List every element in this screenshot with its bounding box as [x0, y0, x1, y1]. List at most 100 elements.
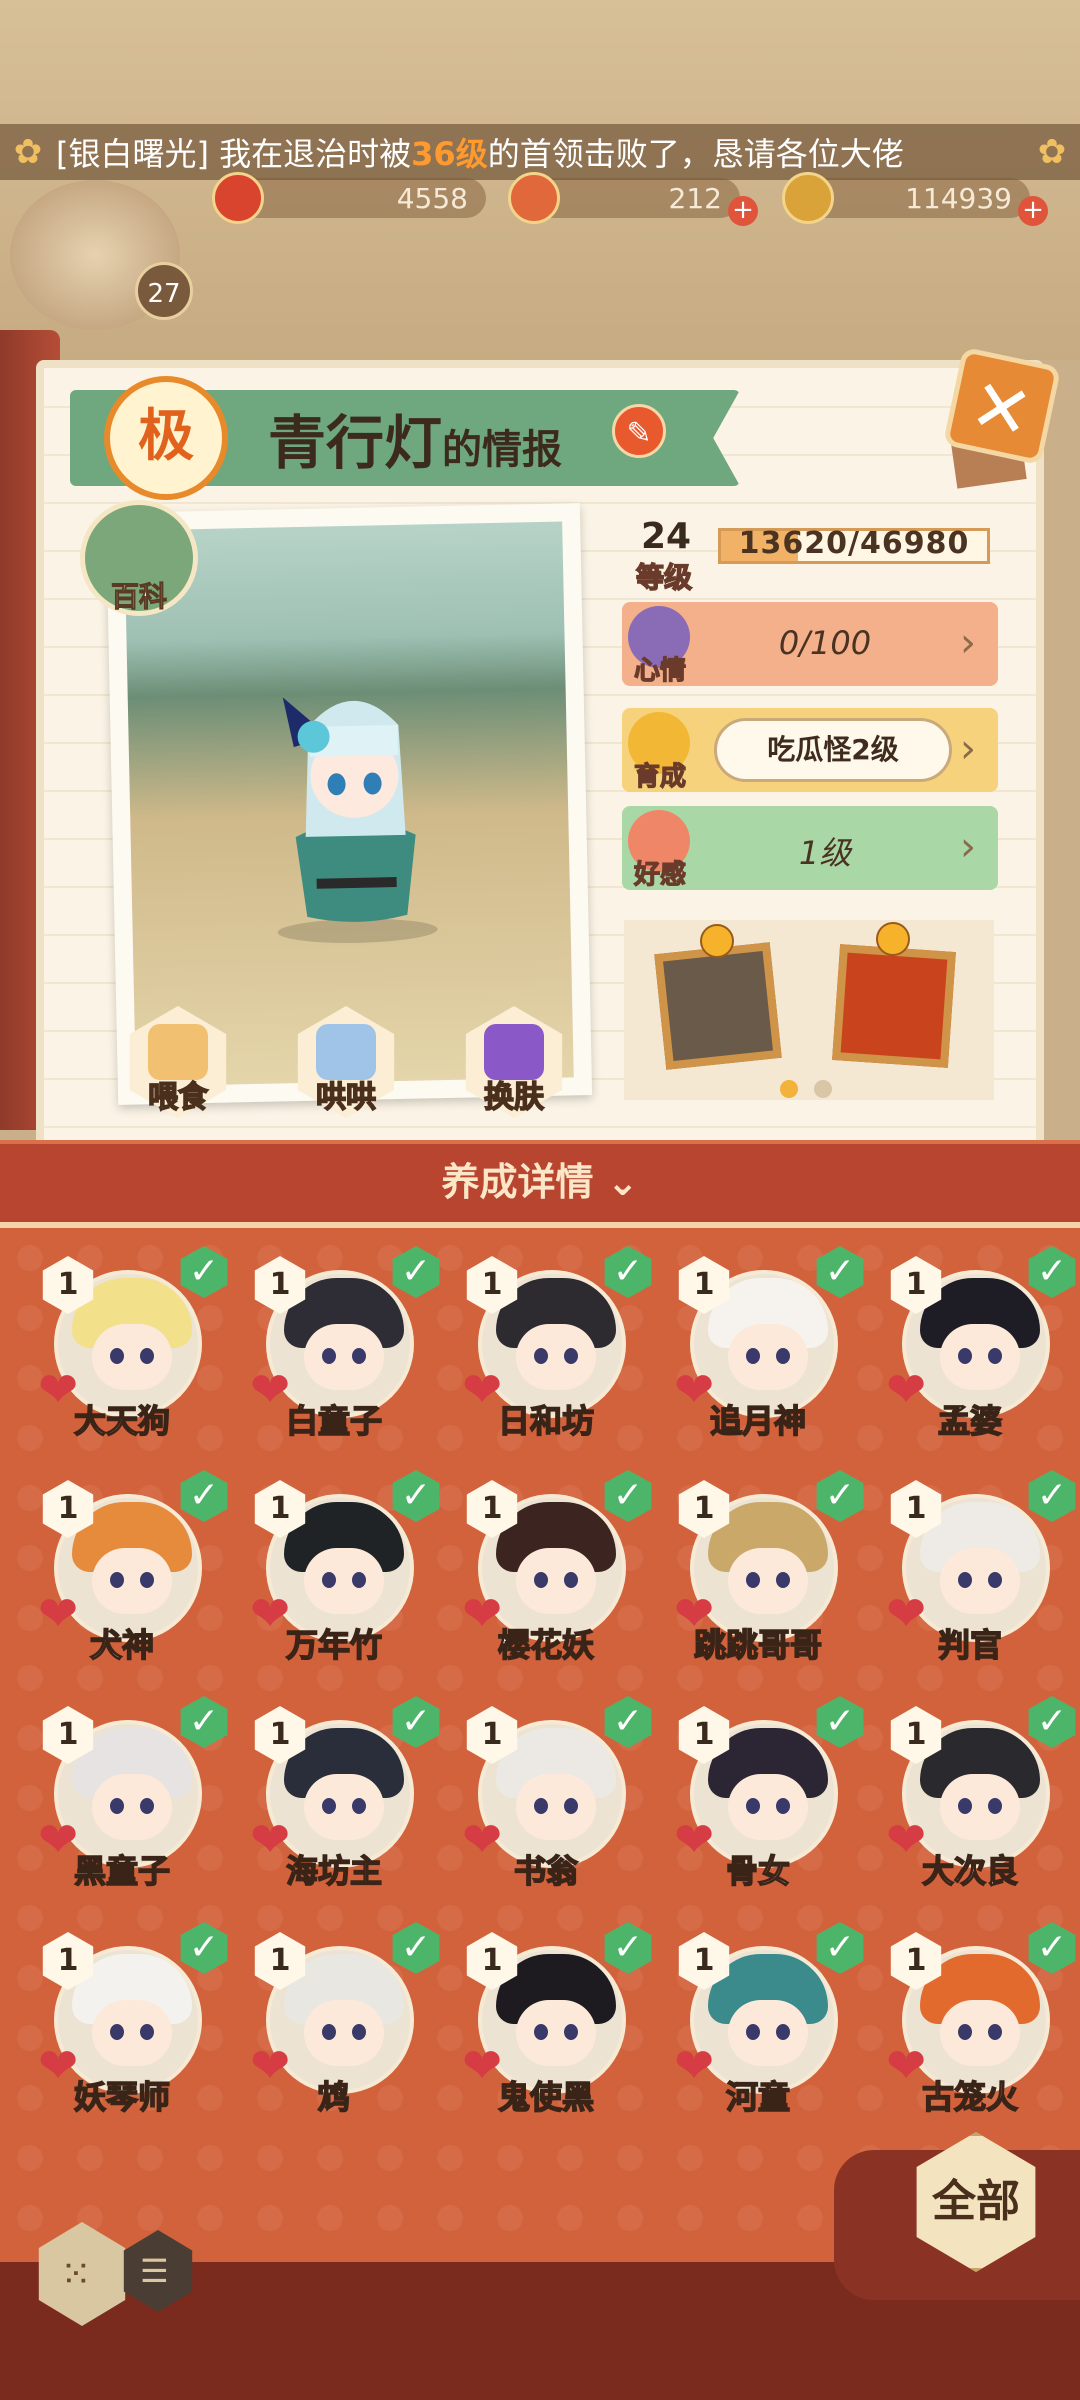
character-eye: [352, 1348, 366, 1364]
exp-text: 13620/46980: [738, 526, 970, 561]
chevron-right-icon: ›: [960, 620, 976, 666]
list-icon: ☰: [140, 2252, 169, 2290]
character-card[interactable]: 1 ✓ ❤ 追月神: [656, 1236, 864, 1441]
smiley-icon: [876, 922, 910, 956]
character-eye: [534, 1348, 548, 1364]
character-card[interactable]: 1 ✓ ❤ 古笼火: [868, 1912, 1076, 2117]
mood-label: 心情: [633, 655, 686, 686]
character-name: 樱花妖: [497, 1625, 595, 1665]
page-dot[interactable]: [814, 1080, 832, 1098]
character-face: [92, 1548, 172, 1614]
character-eye: [322, 1348, 336, 1364]
grow-row[interactable]: 育成 吃瓜怪2级 ›: [622, 708, 998, 793]
character-eye: [534, 1572, 548, 1588]
character-eye: [958, 1348, 972, 1364]
character-card[interactable]: 1 ✓ ❤ 白童子: [232, 1236, 440, 1441]
add-stamina-button[interactable]: +: [728, 196, 758, 226]
edit-name-icon[interactable]: ✎: [612, 404, 666, 458]
page-dot-active[interactable]: [780, 1080, 798, 1098]
character-eye: [140, 2024, 154, 2040]
character-name: 妖琴师: [73, 2077, 171, 2117]
character-card[interactable]: 1 ✓ ❤ 孟婆: [868, 1236, 1076, 1441]
character-face: [92, 2000, 172, 2066]
character-card[interactable]: 1 ✓ ❤ 大次良: [868, 1686, 1076, 1891]
character-card[interactable]: 1 ✓ ❤ 河童: [656, 1912, 864, 2117]
chevron-right-icon: ›: [960, 824, 976, 870]
character-eye: [776, 1798, 790, 1814]
character-face: [940, 1548, 1020, 1614]
character-card[interactable]: 1 ✓ ❤ 骨女: [656, 1686, 864, 1891]
gem-icon: [212, 172, 264, 224]
character-eye: [564, 1348, 578, 1364]
character-eye: [140, 1572, 154, 1588]
character-eye: [352, 1572, 366, 1588]
character-card[interactable]: 1 ✓ ❤ 犬神: [20, 1460, 228, 1665]
character-sprite: [277, 697, 438, 943]
character-eye: [746, 1572, 760, 1588]
character-eye: [988, 1798, 1002, 1814]
character-name: 万年竹: [285, 1625, 383, 1665]
character-name: 骨女: [725, 1851, 791, 1891]
daruma-item-icon[interactable]: [832, 944, 956, 1068]
flower-icon: ✿: [1037, 132, 1067, 172]
character-name: 日和坊: [497, 1401, 595, 1441]
level-label: 等级: [635, 560, 693, 595]
character-eye: [958, 1798, 972, 1814]
character-eye: [352, 2024, 366, 2040]
character-card[interactable]: 1 ✓ ❤ 鬼使黑: [444, 1912, 652, 2117]
character-name: 河童: [725, 2077, 791, 2117]
character-face: [728, 2000, 808, 2066]
affection-label: 好感: [633, 859, 686, 890]
character-face: [940, 2000, 1020, 2066]
mood-value: 0/100: [778, 624, 872, 662]
character-eye: [988, 2024, 1002, 2040]
character-name: 鬼使黑: [497, 2077, 595, 2117]
close-button[interactable]: ✕: [942, 346, 1062, 466]
character-name: 犬神: [89, 1625, 155, 1665]
character-eye: [140, 1798, 154, 1814]
character-card[interactable]: 1 ✓ ❤ 日和坊: [444, 1236, 652, 1441]
character-card[interactable]: 1 ✓ ❤ 跳跳哥哥: [656, 1460, 864, 1665]
character-card[interactable]: 1 ✓ ❤ 鸩: [232, 1912, 440, 2117]
affection-row[interactable]: 好感 1级 ›: [622, 806, 998, 891]
character-eye: [564, 2024, 578, 2040]
character-card[interactable]: 1 ✓ ❤ 海坊主: [232, 1686, 440, 1891]
character-face: [728, 1774, 808, 1840]
character-card[interactable]: 1 ✓ ❤ 万年竹: [232, 1460, 440, 1665]
character-card[interactable]: 1 ✓ ❤ 妖琴师: [20, 1912, 228, 2117]
character-eye: [988, 1572, 1002, 1588]
character-card[interactable]: 1 ✓ ❤ 大天狗: [20, 1236, 228, 1441]
grade-badge: 极: [104, 376, 228, 500]
character-eye: [746, 2024, 760, 2040]
character-eye: [746, 1798, 760, 1814]
chevron-right-icon: ›: [960, 726, 976, 772]
character-face: [516, 1548, 596, 1614]
character-card[interactable]: 1 ✓ ❤ 樱花妖: [444, 1460, 652, 1665]
character-eye: [988, 1348, 1002, 1364]
character-card[interactable]: 1 ✓ ❤ 黑童子: [20, 1686, 228, 1891]
gem-counter: 4558: [226, 178, 486, 218]
skin-label: 换肤: [483, 1079, 545, 1116]
character-name: 白童子: [285, 1401, 383, 1441]
player-level-badge: 27: [135, 262, 193, 320]
character-eye: [564, 1572, 578, 1588]
add-coins-button[interactable]: +: [1018, 196, 1048, 226]
page-title: 青行灯的情报: [268, 409, 563, 477]
character-eye: [322, 2024, 336, 2040]
character-name: 判官: [937, 1625, 1003, 1665]
food-item-icon[interactable]: [654, 942, 782, 1070]
character-face: [940, 1324, 1020, 1390]
detail-header[interactable]: 养成详情 ⌄: [0, 1140, 1080, 1222]
grid-icon: ⁙: [60, 2252, 92, 2296]
coin-icon: [782, 172, 834, 224]
character-eye: [110, 1798, 124, 1814]
feed-label: 喂食: [147, 1079, 209, 1116]
mood-row[interactable]: 心情 0/100 ›: [622, 602, 998, 687]
character-eye: [110, 2024, 124, 2040]
character-card[interactable]: 1 ✓ ❤ 书翁: [444, 1686, 652, 1891]
grow-value: 吃瓜怪2级: [714, 718, 952, 782]
encyclopedia-button[interactable]: 百科: [80, 500, 198, 616]
character-eye: [776, 1572, 790, 1588]
character-name: 孟婆: [937, 1401, 1003, 1441]
character-card[interactable]: 1 ✓ ❤ 判官: [868, 1460, 1076, 1665]
